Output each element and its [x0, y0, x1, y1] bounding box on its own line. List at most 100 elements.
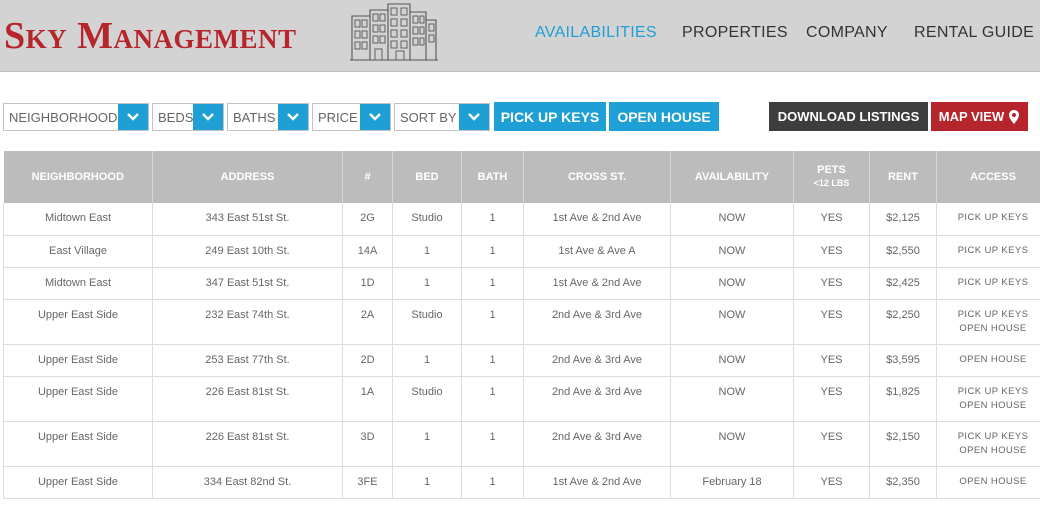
cell-bath: 1 — [461, 267, 524, 300]
map-view-button[interactable]: MAP VIEW — [931, 102, 1028, 131]
cell-bath: 1 — [461, 235, 524, 268]
access-label[interactable]: OPEN HOUSE — [937, 475, 1040, 489]
cell-cross-street: 2nd Ave & 3rd Ave — [523, 299, 671, 345]
access-label[interactable]: OPEN HOUSE — [937, 353, 1040, 367]
access-label[interactable]: OPEN HOUSE — [937, 322, 1040, 336]
cell-address: 232 East 74th St. — [152, 299, 343, 345]
cell-bed: Studio — [392, 299, 462, 345]
cell-rent: $2,250 — [869, 299, 937, 345]
nav-properties[interactable]: PROPERTIES — [682, 24, 788, 42]
sort-by-filter-label: SORT BY — [400, 109, 457, 125]
cell-unit: 2G — [342, 203, 393, 236]
cell-cross-street: 2nd Ave & 3rd Ave — [523, 376, 671, 422]
access-label[interactable]: OPEN HOUSE — [937, 399, 1040, 413]
cell-unit: 3FE — [342, 466, 393, 499]
table-row[interactable]: Upper East Side 334 East 82nd St. 3FE 1 1 1st… — [3, 466, 1040, 499]
download-listings-button[interactable]: DOWNLOAD LISTINGS — [769, 102, 928, 131]
cell-unit: 2D — [342, 344, 393, 377]
cell-bed: 1 — [392, 344, 462, 377]
chevron-down-icon[interactable] — [193, 104, 223, 130]
cell-pets: YES — [793, 203, 870, 236]
col-bath[interactable]: BATH — [461, 151, 524, 203]
cell-address: 334 East 82nd St. — [152, 466, 343, 499]
access-label[interactable]: PICK UP KEYS — [937, 308, 1040, 322]
chevron-down-icon[interactable] — [118, 104, 148, 130]
table-row[interactable]: East Village 249 East 10th St. 14A 1 1 1st Av… — [3, 235, 1040, 268]
col-bed[interactable]: BED — [392, 151, 462, 203]
cell-access: PICK UP KEYS — [936, 235, 1040, 268]
cell-cross-street: 1st Ave & Ave A — [523, 235, 671, 268]
beds-filter[interactable]: BEDS — [152, 103, 224, 131]
access-label[interactable]: PICK UP KEYS — [937, 211, 1040, 225]
price-filter-label: PRICE — [318, 109, 358, 125]
access-label[interactable]: PICK UP KEYS — [937, 244, 1040, 258]
nav-rental-guide[interactable]: RENTAL GUIDE — [914, 24, 1034, 42]
brand-logo[interactable]: Sky Management — [4, 14, 297, 58]
cell-access: PICK UP KEYS — [936, 203, 1040, 236]
cell-bed: Studio — [392, 203, 462, 236]
table-row[interactable]: Upper East Side 253 East 77th St. 2D 1 1 2nd … — [3, 344, 1040, 377]
cell-bed: 1 — [392, 421, 462, 467]
neighborhood-filter-label: NEIGHBORHOOD — [9, 109, 118, 125]
nav-availabilities[interactable]: AVAILABILITIES — [535, 24, 657, 42]
baths-filter-label: BATHS — [233, 109, 276, 125]
cell-address: 226 East 81st St. — [152, 421, 343, 467]
chevron-down-icon[interactable] — [459, 104, 489, 130]
cell-availability: February 18 — [670, 466, 794, 499]
building-sketch-icon — [350, 3, 438, 61]
table-row[interactable]: Midtown East 343 East 51st St. 2G Studio 1 1s… — [3, 203, 1040, 236]
open-house-button[interactable]: OPEN HOUSE — [609, 102, 719, 131]
chevron-down-icon[interactable] — [278, 104, 308, 130]
col-address[interactable]: ADDRESS — [152, 151, 343, 203]
table-row[interactable]: Upper East Side 226 East 81st St. 1A Studio… — [3, 376, 1040, 422]
table-row[interactable]: Midtown East 347 East 51st St. 1D 1 1 1st Ave… — [3, 267, 1040, 300]
cell-access: PICK UP KEYS — [936, 267, 1040, 300]
nav-company[interactable]: COMPANY — [806, 24, 888, 42]
pick-up-keys-button[interactable]: PICK UP KEYS — [494, 102, 606, 131]
cell-availability: NOW — [670, 299, 794, 345]
cell-availability: NOW — [670, 421, 794, 467]
cell-neighborhood: Upper East Side — [3, 376, 153, 422]
access-label[interactable]: PICK UP KEYS — [937, 430, 1040, 444]
col-access[interactable]: ACCESS — [936, 151, 1040, 203]
cell-address: 249 East 10th St. — [152, 235, 343, 268]
col-pets[interactable]: PETS <12 LBS — [793, 151, 870, 203]
access-label[interactable]: PICK UP KEYS — [937, 276, 1040, 290]
cell-bath: 1 — [461, 203, 524, 236]
cell-cross-street: 1st Ave & 2nd Ave — [523, 267, 671, 300]
cell-access: OPEN HOUSE — [936, 344, 1040, 377]
cell-availability: NOW — [670, 235, 794, 268]
access-label[interactable]: OPEN HOUSE — [937, 444, 1040, 458]
table-header-row: NEIGHBORHOOD ADDRESS # BED BATH CROSS ST… — [3, 151, 1040, 203]
cell-bath: 1 — [461, 466, 524, 499]
cell-rent: $2,350 — [869, 466, 937, 499]
access-label[interactable]: PICK UP KEYS — [937, 385, 1040, 399]
cell-cross-street: 2nd Ave & 3rd Ave — [523, 344, 671, 377]
cell-access: OPEN HOUSE — [936, 466, 1040, 499]
col-cross-street[interactable]: CROSS ST. — [523, 151, 671, 203]
chevron-down-icon[interactable] — [360, 104, 390, 130]
cell-access: PICK UP KEYS OPEN HOUSE — [936, 421, 1040, 467]
price-filter[interactable]: PRICE — [312, 103, 391, 131]
table-row[interactable]: Upper East Side 232 East 74th St. 2A Studio… — [3, 299, 1040, 345]
cell-rent: $2,425 — [869, 267, 937, 300]
cell-access: PICK UP KEYS OPEN HOUSE — [936, 376, 1040, 422]
cell-cross-street: 2nd Ave & 3rd Ave — [523, 421, 671, 467]
cell-bath: 1 — [461, 421, 524, 467]
col-availability[interactable]: AVAILABILITY — [670, 151, 794, 203]
col-unit[interactable]: # — [342, 151, 393, 203]
col-neighborhood[interactable]: NEIGHBORHOOD — [3, 151, 153, 203]
cell-unit: 14A — [342, 235, 393, 268]
cell-unit: 3D — [342, 421, 393, 467]
cell-rent: $3,595 — [869, 344, 937, 377]
cell-cross-street: 1st Ave & 2nd Ave — [523, 466, 671, 499]
cell-rent: $2,150 — [869, 421, 937, 467]
neighborhood-filter[interactable]: NEIGHBORHOOD — [3, 103, 149, 131]
baths-filter[interactable]: BATHS — [227, 103, 309, 131]
sort-by-filter[interactable]: SORT BY — [394, 103, 490, 131]
cell-address: 226 East 81st St. — [152, 376, 343, 422]
table-row[interactable]: Upper East Side 226 East 81st St. 3D 1 1 2nd … — [3, 421, 1040, 467]
cell-pets: YES — [793, 235, 870, 268]
site-header: Sky Management AVAILABILITIES PROPERTIES… — [0, 0, 1040, 72]
col-rent[interactable]: RENT — [869, 151, 937, 203]
